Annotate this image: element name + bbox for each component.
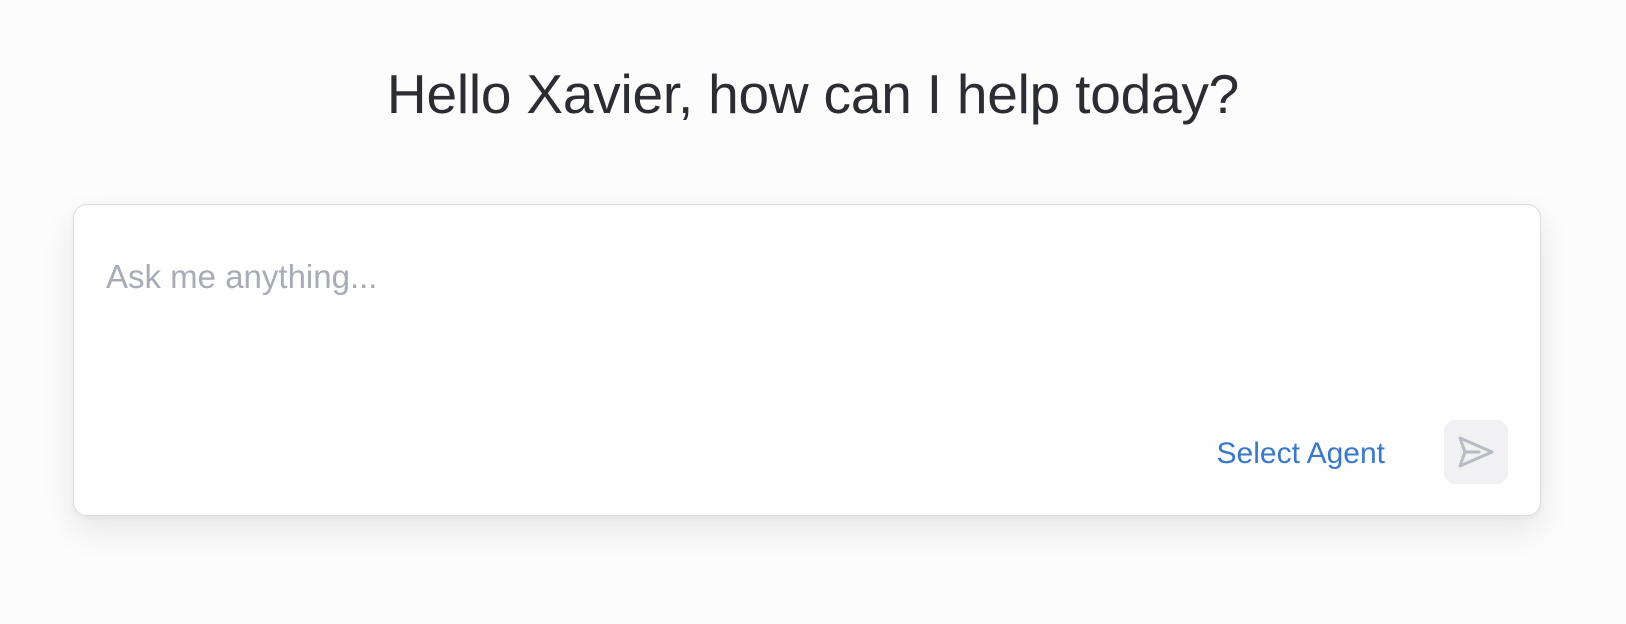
send-button[interactable] [1444, 420, 1508, 484]
chat-start-page: Hello Xavier, how can I help today? Sele… [0, 0, 1626, 624]
prompt-input[interactable] [106, 257, 1486, 297]
send-icon [1457, 435, 1495, 469]
chat-composer: Select Agent [73, 204, 1541, 516]
greeting-heading: Hello Xavier, how can I help today? [386, 63, 1240, 125]
select-agent-button[interactable]: Select Agent [1217, 434, 1385, 474]
